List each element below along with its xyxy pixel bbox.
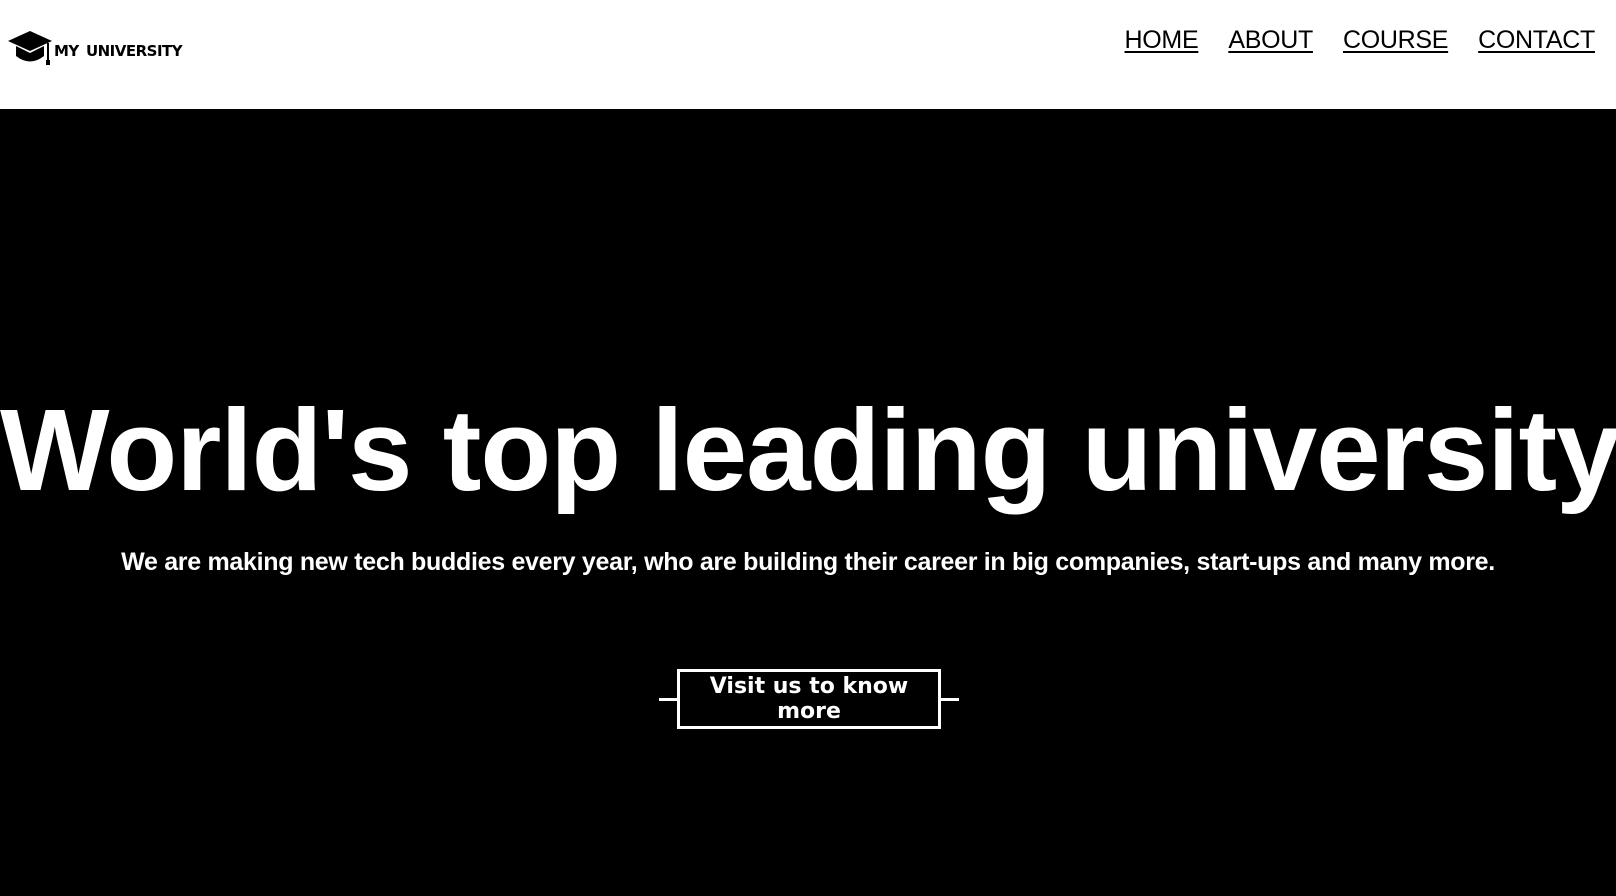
cta-decor-line-right: [940, 698, 959, 701]
cta-container: Visit us to know more: [659, 669, 959, 729]
hero-section: World's top leading university We are ma…: [0, 109, 1616, 896]
main-nav: HOME ABOUT COURSE CONTACT: [1125, 26, 1596, 55]
visit-us-button[interactable]: Visit us to know more: [677, 669, 941, 729]
nav-link-home[interactable]: HOME: [1125, 26, 1199, 55]
nav-link-course[interactable]: COURSE: [1343, 26, 1448, 55]
brand-logo[interactable]: my university: [6, 26, 183, 70]
navbar: my university HOME ABOUT COURSE CONTACT: [0, 0, 1616, 109]
cta-decor-line-left: [659, 698, 678, 701]
nav-link-about[interactable]: ABOUT: [1228, 26, 1313, 55]
nav-link-contact[interactable]: CONTACT: [1478, 26, 1595, 55]
hero-subtitle: We are making new tech buddies every yea…: [121, 548, 1495, 576]
graduation-cap-icon: [8, 31, 52, 65]
hero-title: World's top leading university: [0, 384, 1616, 515]
brand-name: my university: [54, 37, 183, 62]
